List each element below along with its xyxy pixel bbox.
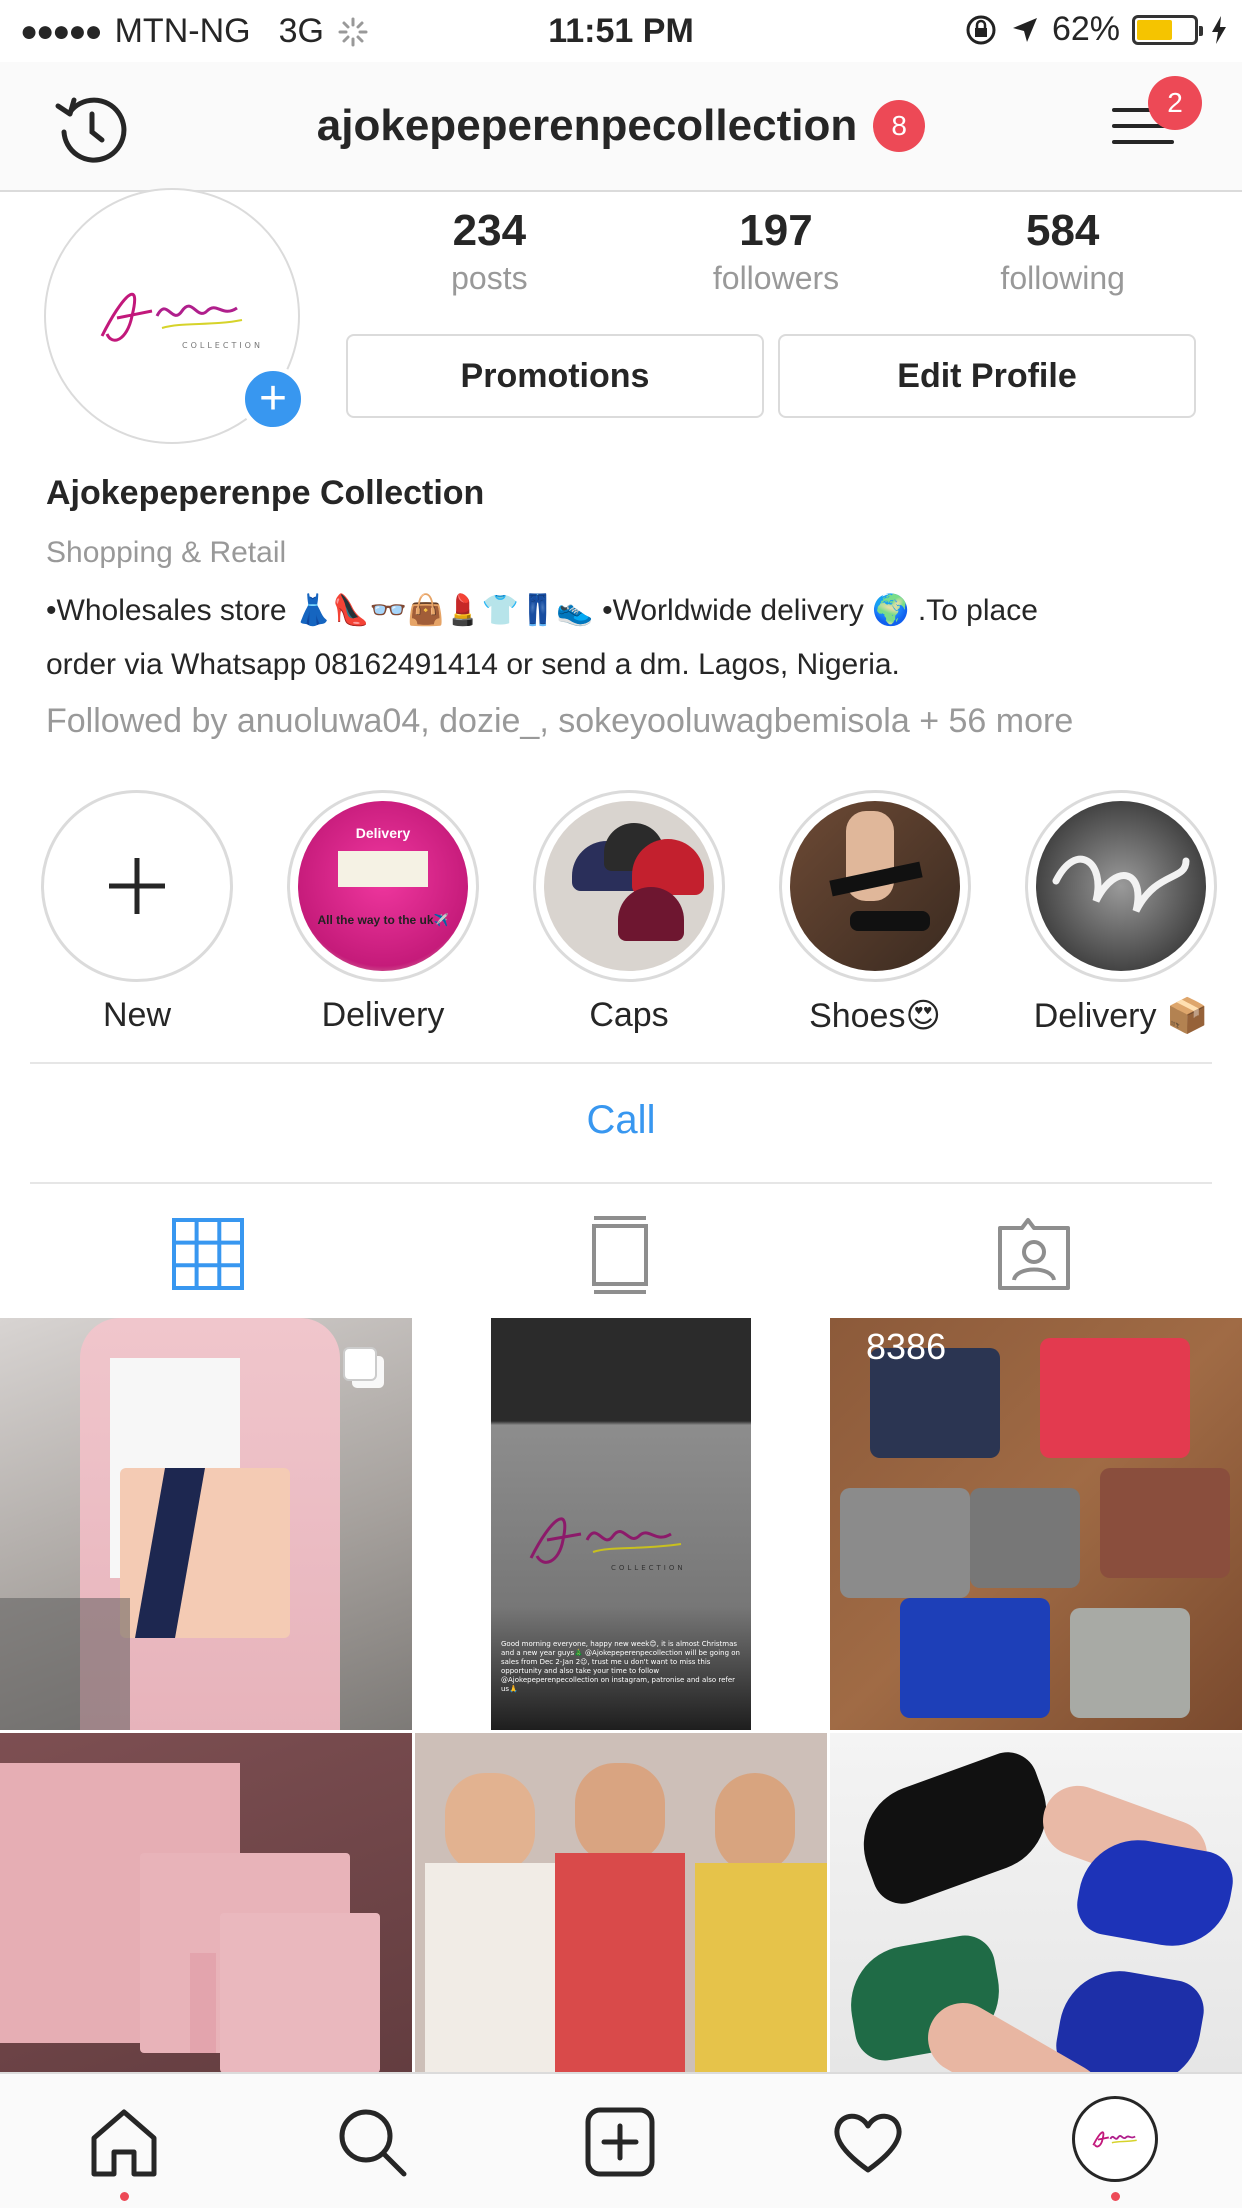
svg-text:COLLECTION: COLLECTION	[182, 341, 263, 350]
list-view-icon[interactable]	[580, 1214, 660, 1294]
business-category: Shopping & Retail	[46, 536, 287, 569]
battery-percent: 62%	[1051, 10, 1120, 48]
new-post-icon[interactable]	[582, 2104, 658, 2180]
home-activity-dot	[120, 2192, 129, 2201]
stat-followers[interactable]: 197 followers	[633, 206, 920, 297]
username: ajokepeperenpecollection	[316, 101, 858, 150]
brand-logo-post: COLLECTION	[529, 1517, 686, 1572]
highlight-shoes-image	[790, 801, 960, 971]
add-story-button[interactable]: +	[240, 366, 306, 432]
orientation-lock-icon	[966, 15, 996, 44]
post-2-caption: Good morning everyone, happy new week😊, …	[501, 1640, 740, 1693]
followed-by-text[interactable]: Followed by anuoluwa04, dozie_, sokeyool…	[46, 702, 1073, 741]
profile-tabs	[0, 1184, 1242, 1318]
post-2[interactable]: COLLECTION Good morning everyone, happy …	[415, 1318, 827, 1730]
call-button[interactable]: Call	[0, 1098, 1242, 1143]
username-title[interactable]: ajokepeperenpecollection 8	[0, 100, 1242, 152]
grid-view-icon[interactable]	[168, 1214, 248, 1294]
profile-header: ajokepeperenpecollection 8 2	[0, 62, 1242, 192]
status-bar: ●●●●● MTN-NG 3G 11:51 PM 62%	[0, 0, 1242, 62]
search-icon[interactable]	[334, 2104, 410, 2180]
post-1[interactable]	[0, 1318, 412, 1730]
highlight-new[interactable]: New	[14, 790, 260, 1035]
charging-bolt-icon	[1212, 15, 1226, 44]
menu-badge: 2	[1148, 76, 1202, 130]
activity-heart-icon[interactable]	[830, 2104, 906, 2180]
profile-tab-logo	[1092, 2131, 1137, 2148]
profile-tab-avatar[interactable]	[1072, 2096, 1158, 2182]
plus-icon	[109, 858, 165, 914]
bio-line-2: order via Whatsapp 08162491414 or send a…	[46, 648, 900, 681]
location-arrow-icon	[1012, 17, 1037, 42]
stat-posts[interactable]: 234 posts	[346, 206, 633, 297]
story-highlights: New Delivery All the way to the uk✈️ Del…	[0, 790, 1242, 1050]
edit-profile-button[interactable]: Edit Profile	[778, 334, 1196, 418]
multiple-photos-icon	[343, 1347, 384, 1388]
notification-badge: 8	[873, 100, 926, 152]
bio-line-1: •Wholesales store 👗👠👓👜💄👕👖👟 •Worldwide de…	[46, 594, 1038, 627]
brand-logo: COLLECTION	[100, 292, 263, 350]
home-icon[interactable]	[86, 2104, 162, 2180]
highlight-delivery-image: Delivery All the way to the uk✈️	[298, 801, 468, 971]
stat-following[interactable]: 584 following	[919, 206, 1206, 297]
status-right: 62%	[964, 10, 1228, 49]
highlight-caps-image	[544, 801, 714, 971]
promotions-button[interactable]: Promotions	[346, 334, 764, 418]
profile-stats: 234 posts 197 followers 584 following	[346, 206, 1206, 297]
highlight-delivery[interactable]: Delivery All the way to the uk✈️ Deliver…	[260, 790, 506, 1035]
display-name: Ajokepeperenpe Collection	[46, 474, 485, 512]
post-3-overlay-text: 8386	[866, 1326, 947, 1367]
svg-text:COLLECTION: COLLECTION	[611, 1564, 686, 1572]
post-3[interactable]	[830, 1318, 1242, 1730]
divider-top	[30, 1062, 1212, 1064]
battery-icon	[1132, 14, 1203, 45]
highlight-caps[interactable]: Caps	[506, 790, 752, 1035]
profile-activity-dot	[1111, 2192, 1120, 2201]
highlight-delivery-2[interactable]: Delivery 📦	[998, 790, 1242, 1036]
menu-button[interactable]: 2	[1112, 76, 1202, 156]
tagged-photos-icon[interactable]	[994, 1214, 1074, 1294]
highlight-shoes[interactable]: Shoes😍	[752, 790, 998, 1036]
highlight-delivery-2-image	[1036, 801, 1206, 971]
bottom-navigation	[0, 2072, 1242, 2208]
bio-text: •Wholesales store 👗👠👓👜💄👕👖👟 •Worldwide de…	[46, 584, 1206, 692]
